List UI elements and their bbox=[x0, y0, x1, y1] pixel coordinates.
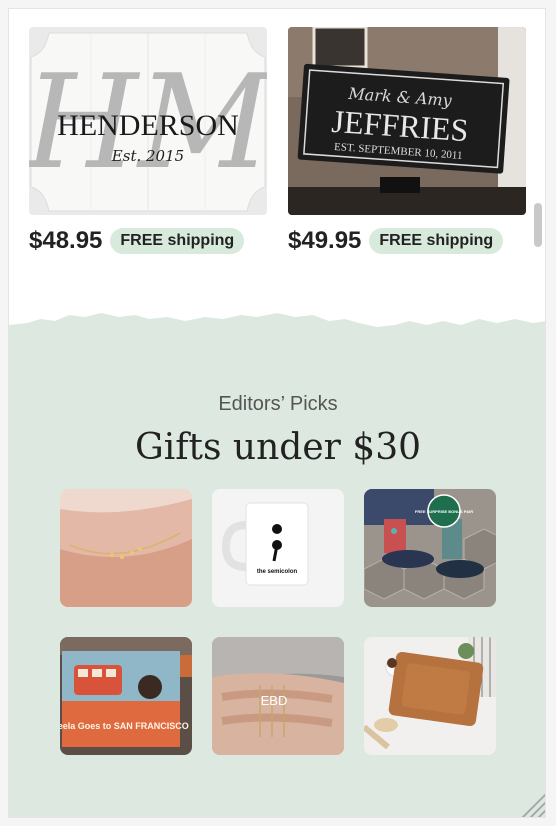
scrollbar-thumb[interactable] bbox=[534, 203, 542, 247]
gift-tile-book[interactable]: Neela Goes to SAN FRANCISCO bbox=[60, 637, 192, 755]
socks-badge-text: FREE SURPRISE BONUS PAIR bbox=[415, 509, 473, 514]
listing-2-price: $49.95 bbox=[288, 227, 362, 254]
gift-tile-socks[interactable]: FREE SURPRISE BONUS PAIR bbox=[364, 489, 496, 607]
listing-card-2[interactable]: Mark & Amy JEFFRIES EST. SEPTEMBER 10, 2… bbox=[288, 27, 526, 255]
rings-text: EBD bbox=[261, 693, 288, 708]
listing-2-free-shipping-badge: FREE shipping bbox=[369, 228, 504, 254]
gift-tile-cutting-board[interactable] bbox=[364, 637, 496, 755]
listing-1-free-shipping-badge: FREE shipping bbox=[110, 228, 245, 254]
listing-card-1[interactable]: HM HENDERSON Est. 2015 $48.95 FREE shipp… bbox=[29, 27, 267, 255]
gift-tile-initial-rings[interactable]: EBD bbox=[212, 637, 344, 755]
torn-paper-edge bbox=[9, 313, 545, 343]
listing-image-2[interactable]: Mark & Amy JEFFRIES EST. SEPTEMBER 10, 2… bbox=[288, 27, 526, 215]
book-title-text: Neela Goes to SAN FRANCISCO bbox=[60, 721, 189, 731]
section-eyebrow: Editors’ Picks bbox=[218, 393, 338, 415]
listing-1-sign-est: Est. 2015 bbox=[111, 147, 184, 165]
mug-text: the semicolon bbox=[257, 569, 298, 575]
gift-tile-semicolon-mug[interactable]: the semicolon bbox=[212, 489, 344, 607]
listing-1-sign-name: HENDERSON bbox=[57, 109, 239, 142]
page-frame: HM HENDERSON Est. 2015 $48.95 FREE shipp… bbox=[8, 8, 546, 818]
resize-grip-icon[interactable] bbox=[513, 785, 546, 818]
section-title[interactable]: Gifts under $30 bbox=[9, 427, 545, 468]
listing-image-1[interactable]: HM HENDERSON Est. 2015 bbox=[29, 27, 267, 215]
editors-picks-section: Editors’ Picks Gifts under $30 the semic… bbox=[9, 313, 546, 818]
listing-1-price: $48.95 bbox=[29, 227, 103, 254]
gift-tile-bracelet[interactable] bbox=[60, 489, 192, 607]
